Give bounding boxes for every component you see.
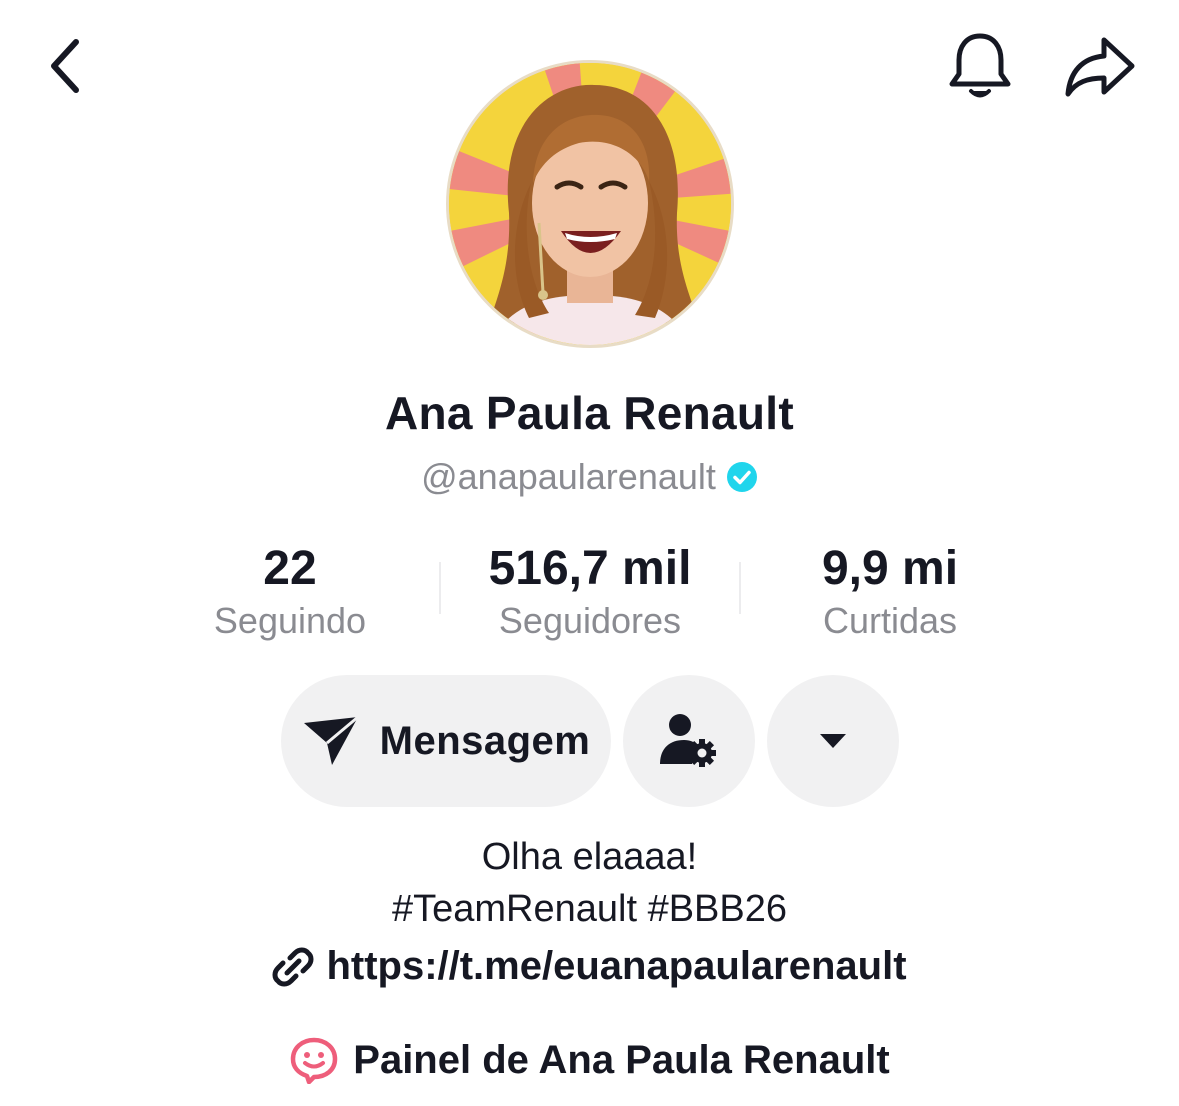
share-button[interactable] (1060, 30, 1140, 102)
profile-handle: @anapaularenault (421, 456, 716, 497)
send-icon (303, 715, 359, 765)
back-button[interactable] (32, 32, 96, 100)
stat-likes-value: 9,9 mi (821, 542, 959, 595)
handle-row: @anapaularenault (0, 456, 1179, 498)
notification-bell-button[interactable] (942, 28, 1018, 104)
stat-followers-label: Seguidores (498, 600, 682, 641)
creator-panel-label: Painel de Ana Paula Renault (353, 1037, 890, 1082)
link-icon (272, 947, 314, 986)
stat-following-value: 22 (263, 542, 317, 595)
share-arrow-icon (1065, 37, 1135, 97)
avatar[interactable] (446, 60, 734, 348)
bio-line: Olha elaaaa! (481, 836, 698, 878)
stat-likes-label: Curtidas (822, 600, 958, 641)
stat-following[interactable]: 22 Seguindo (140, 540, 440, 644)
smile-bubble-icon (291, 1037, 338, 1084)
stat-following-label: Seguindo (213, 600, 367, 641)
more-options-button[interactable] (767, 675, 899, 807)
bio-link[interactable]: https://t.me/euanapaularenault (0, 944, 1179, 989)
message-button-label: Mensagem (379, 718, 591, 763)
stat-followers-value: 516,7 mil (488, 542, 692, 595)
profile-display-name: Ana Paula Renault (385, 387, 794, 439)
friend-settings-button[interactable] (623, 675, 755, 807)
message-button[interactable]: Mensagem (281, 675, 611, 807)
bio-link-text: https://t.me/euanapaularenault (326, 944, 907, 988)
user-settings-icon (660, 714, 716, 767)
verified-badge-icon (726, 462, 757, 492)
stat-likes[interactable]: 9,9 mi Curtidas (740, 540, 1040, 644)
bio-hashtags[interactable]: #TeamRenault #BBB26 (0, 888, 1179, 931)
caret-down-icon (820, 734, 846, 748)
chevron-left-icon (51, 39, 79, 93)
profile-photo (449, 63, 731, 345)
bell-icon (949, 33, 1011, 98)
creator-panel-link[interactable]: Painel de Ana Paula Renault (0, 1036, 1179, 1084)
stat-followers[interactable]: 516,7 mil Seguidores (440, 540, 740, 644)
